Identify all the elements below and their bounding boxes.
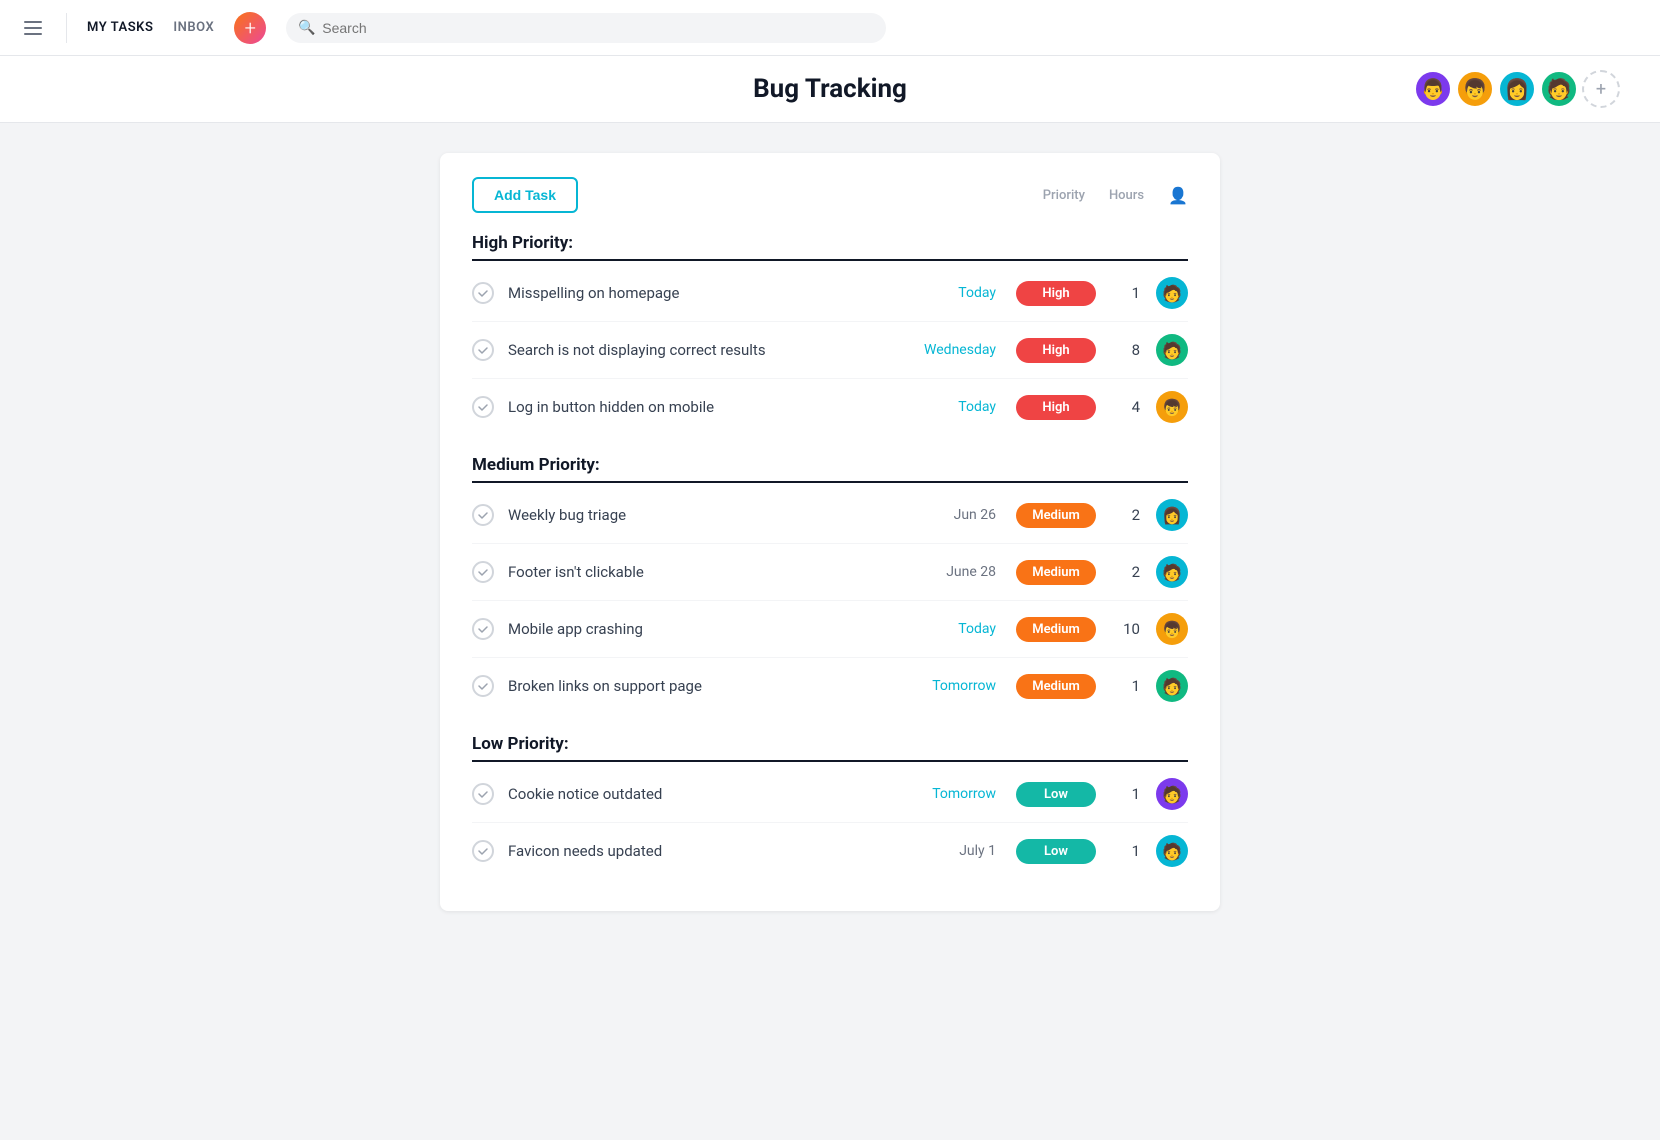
task-avatar[interactable]: 🧑 (1156, 670, 1188, 702)
task-avatar[interactable]: 🧑 (1156, 334, 1188, 366)
task-date: July 1 (906, 843, 996, 859)
task-hours: 8 (1116, 341, 1140, 359)
task-checkbox[interactable] (472, 783, 494, 805)
task-hours: 10 (1116, 620, 1140, 638)
header-avatar-2[interactable]: 👦 (1456, 70, 1494, 108)
task-date: Tomorrow (906, 678, 996, 694)
hamburger-menu[interactable] (20, 17, 46, 39)
task-hours: 1 (1116, 677, 1140, 695)
task-row: Log in button hidden on mobileToday High 4… (472, 379, 1188, 435)
task-hours: 1 (1116, 284, 1140, 302)
task-avatar[interactable]: 🧑 (1156, 277, 1188, 309)
section-high-priority: High Priority:Misspelling on homepageTod… (472, 233, 1188, 435)
task-checkbox[interactable] (472, 561, 494, 583)
task-checkbox[interactable] (472, 396, 494, 418)
search-icon: 🔍 (298, 20, 315, 36)
task-priority-badge: High (1016, 395, 1096, 420)
main-content: Add Task Priority Hours 👤 High Priority:… (0, 123, 1660, 941)
task-date: Tomorrow (906, 786, 996, 802)
task-hours: 2 (1116, 506, 1140, 524)
task-priority-badge: Medium (1016, 674, 1096, 699)
task-name: Mobile app crashing (508, 620, 906, 638)
search-input[interactable] (286, 13, 886, 43)
task-row: Broken links on support pageTomorrow Medi… (472, 658, 1188, 714)
task-row: Cookie notice outdatedTomorrow Low 1 🧑 (472, 766, 1188, 823)
task-priority-badge: Low (1016, 782, 1096, 807)
task-checkbox[interactable] (472, 618, 494, 640)
nav-divider (66, 13, 67, 43)
task-name: Search is not displaying correct results (508, 341, 906, 359)
header-avatar-3[interactable]: 👩 (1498, 70, 1536, 108)
task-avatar[interactable]: 🧑 (1156, 778, 1188, 810)
section-divider-high-priority (472, 259, 1188, 261)
priority-column-header: Priority (1043, 188, 1085, 203)
toolbar-row: Add Task Priority Hours 👤 (472, 177, 1188, 213)
task-checkbox[interactable] (472, 339, 494, 361)
sections-container: High Priority:Misspelling on homepageTod… (472, 233, 1188, 879)
task-row: Mobile app crashingToday Medium 10 👦 (472, 601, 1188, 658)
task-row: Misspelling on homepageToday High 1 🧑 (472, 265, 1188, 322)
task-date: Today (906, 399, 996, 415)
task-avatar[interactable]: 🧑 (1156, 556, 1188, 588)
hours-column-header: Hours (1109, 188, 1144, 203)
task-name: Broken links on support page (508, 677, 906, 695)
task-date: Today (906, 285, 996, 301)
task-avatar[interactable]: 🧑 (1156, 835, 1188, 867)
task-priority-badge: High (1016, 338, 1096, 363)
section-title-low-priority: Low Priority: (472, 734, 1188, 754)
section-title-high-priority: High Priority: (472, 233, 1188, 253)
assignee-column-icon: 👤 (1168, 186, 1188, 205)
task-avatar[interactable]: 👩 (1156, 499, 1188, 531)
section-low-priority: Low Priority: Cookie notice outdatedTomor… (472, 734, 1188, 879)
task-date: June 28 (906, 564, 996, 580)
task-checkbox[interactable] (472, 504, 494, 526)
task-hours: 2 (1116, 563, 1140, 581)
task-hours: 4 (1116, 398, 1140, 416)
my-tasks-link[interactable]: MY TASKS (87, 20, 153, 35)
section-divider-low-priority (472, 760, 1188, 762)
task-checkbox[interactable] (472, 675, 494, 697)
task-row: Favicon needs updatedJuly 1 Low 1 🧑 (472, 823, 1188, 879)
task-panel: Add Task Priority Hours 👤 High Priority:… (440, 153, 1220, 911)
task-priority-badge: Medium (1016, 617, 1096, 642)
header-avatar-4[interactable]: 🧑 (1540, 70, 1578, 108)
page-title: Bug Tracking (753, 74, 907, 104)
task-priority-badge: Medium (1016, 560, 1096, 585)
section-title-medium-priority: Medium Priority: (472, 455, 1188, 475)
task-name: Footer isn't clickable (508, 563, 906, 581)
column-headers: Priority Hours 👤 (1043, 186, 1188, 205)
section-medium-priority: Medium Priority: Weekly bug triageJun 26 M… (472, 455, 1188, 714)
task-name: Weekly bug triage (508, 506, 906, 524)
top-nav: MY TASKS INBOX + 🔍 (0, 0, 1660, 56)
task-priority-badge: Low (1016, 839, 1096, 864)
task-name: Favicon needs updated (508, 842, 906, 860)
add-button[interactable]: + (234, 12, 266, 44)
inbox-link[interactable]: INBOX (173, 20, 214, 35)
task-date: Wednesday (906, 342, 996, 358)
task-row: Weekly bug triageJun 26 Medium 2 👩 (472, 487, 1188, 544)
task-row: Search is not displaying correct results… (472, 322, 1188, 379)
task-hours: 1 (1116, 785, 1140, 803)
task-name: Log in button hidden on mobile (508, 398, 906, 416)
task-row: Footer isn't clickableJune 28 Medium 2 🧑 (472, 544, 1188, 601)
task-avatar[interactable]: 👦 (1156, 613, 1188, 645)
task-date: Today (906, 621, 996, 637)
search-container: 🔍 (286, 13, 886, 43)
task-avatar[interactable]: 👦 (1156, 391, 1188, 423)
task-priority-badge: Medium (1016, 503, 1096, 528)
add-task-button[interactable]: Add Task (472, 177, 578, 213)
header-avatar-1[interactable]: 👨 (1414, 70, 1452, 108)
task-name: Misspelling on homepage (508, 284, 906, 302)
add-member-button[interactable]: + (1582, 70, 1620, 108)
header-avatars: 👨 👦 👩 🧑 + (1414, 70, 1620, 108)
task-checkbox[interactable] (472, 282, 494, 304)
task-priority-badge: High (1016, 281, 1096, 306)
task-hours: 1 (1116, 842, 1140, 860)
task-name: Cookie notice outdated (508, 785, 906, 803)
section-divider-medium-priority (472, 481, 1188, 483)
page-header: Bug Tracking 👨 👦 👩 🧑 + (0, 56, 1660, 123)
task-checkbox[interactable] (472, 840, 494, 862)
task-date: Jun 26 (906, 507, 996, 523)
